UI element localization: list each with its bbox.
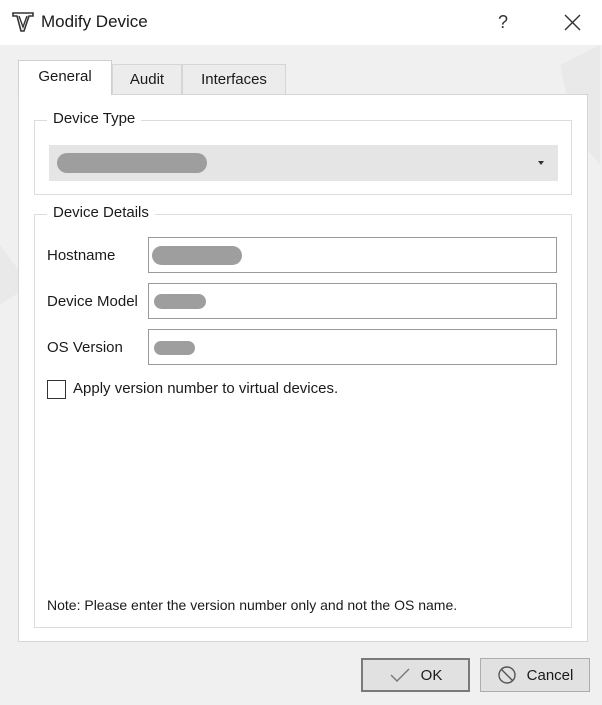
redacted-value	[154, 294, 206, 309]
tab-audit[interactable]: Audit	[112, 64, 182, 94]
device-model-input[interactable]	[148, 283, 557, 319]
redacted-value	[57, 153, 207, 173]
device-type-select[interactable]	[49, 145, 558, 181]
vt-logo-icon	[12, 12, 34, 32]
apply-version-label: Apply version number to virtual devices.	[73, 380, 339, 397]
window-title: Modify Device	[41, 12, 148, 31]
title-bar: Modify Device ?	[0, 0, 602, 45]
hostname-label: Hostname	[47, 247, 116, 264]
device-details-title: Device Details	[47, 204, 155, 221]
os-version-label: OS Version	[47, 339, 123, 356]
device-model-label: Device Model	[47, 293, 138, 310]
device-type-title: Device Type	[47, 110, 142, 127]
tab-general[interactable]: General	[18, 60, 112, 95]
general-tab-panel: Device Type Device Details	[18, 94, 588, 642]
close-icon[interactable]	[556, 8, 588, 36]
cancel-icon	[497, 666, 516, 684]
device-type-group: Device Type	[34, 110, 572, 195]
help-button[interactable]: ?	[488, 8, 518, 36]
apply-version-checkbox[interactable]	[47, 380, 66, 399]
cancel-label: Cancel	[526, 666, 574, 684]
os-version-input[interactable]	[148, 329, 557, 365]
note-text: Note: Please enter the version number on…	[47, 597, 458, 613]
checkmark-icon	[390, 668, 410, 682]
redacted-value	[152, 246, 242, 265]
ok-button[interactable]: OK	[361, 658, 470, 692]
cancel-button[interactable]: Cancel	[480, 658, 590, 692]
redacted-value	[154, 341, 195, 355]
chevron-down-icon	[538, 161, 544, 165]
hostname-input[interactable]	[148, 237, 557, 273]
tab-interfaces[interactable]: Interfaces	[182, 64, 286, 94]
ok-label: OK	[420, 666, 443, 684]
device-details-group: Device Details	[34, 204, 572, 628]
